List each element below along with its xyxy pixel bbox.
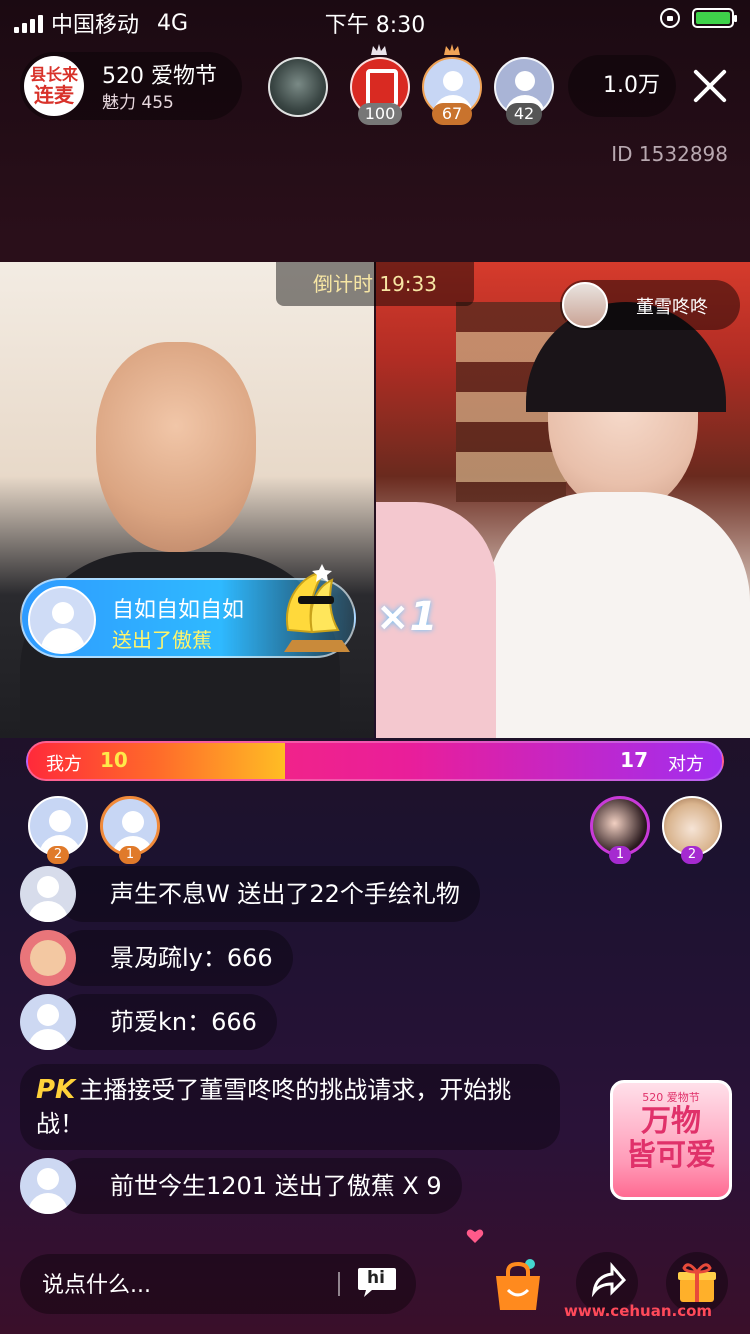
chat-text: 声生不息W 送出了22个手绘礼物 bbox=[110, 880, 460, 908]
heart-icon bbox=[466, 1229, 484, 1243]
host-face bbox=[96, 342, 256, 552]
host-video[interactable] bbox=[0, 262, 374, 738]
contributor-rank: 2 bbox=[681, 846, 703, 864]
chat-avatar[interactable] bbox=[20, 930, 76, 986]
system-message-text: 主播接受了董雪咚咚的挑战请求，开始挑战！ bbox=[36, 1076, 512, 1138]
chat-text: 景夃疏ly：666 bbox=[110, 944, 273, 972]
audience-count[interactable]: 1.0万 bbox=[568, 55, 676, 117]
shopping-bag-icon[interactable] bbox=[492, 1258, 544, 1312]
gift-sender-avatar bbox=[28, 586, 96, 654]
orientation-lock-icon bbox=[660, 8, 680, 28]
opponent-name: 董雪咚咚 bbox=[636, 297, 708, 318]
pk-score-bar: 我方 10 17 对方 bbox=[26, 741, 724, 781]
viewer-badge: 67 bbox=[432, 103, 472, 125]
promo-line1: 万物 bbox=[641, 1104, 701, 1139]
gift-multiplier: ×1 bbox=[376, 594, 438, 640]
chat-avatar[interactable] bbox=[20, 1158, 76, 1214]
gift-text: 送出了傲蕉 bbox=[112, 628, 212, 652]
contributor-rank: 2 bbox=[47, 846, 69, 864]
host-avatar[interactable]: 县长来 连麦 bbox=[24, 56, 84, 116]
pk-their-score: 17 bbox=[620, 748, 648, 772]
viewer-avatar[interactable] bbox=[268, 57, 328, 117]
hi-button[interactable]: hi bbox=[356, 1264, 398, 1300]
watermark: www.cehuan.com bbox=[564, 1302, 713, 1320]
input-divider bbox=[338, 1272, 340, 1296]
pk-tag: PK bbox=[36, 1075, 76, 1105]
pk-countdown: 倒计时 19:33 bbox=[276, 262, 474, 306]
crown-icon bbox=[444, 44, 460, 55]
promo-small-text: 520 爱物节 bbox=[642, 1091, 700, 1104]
status-bar: 中国移动 4G 下午 8:30 bbox=[0, 0, 750, 40]
opponent-avatar bbox=[562, 282, 608, 328]
pk-our-label: 我方 bbox=[46, 754, 82, 775]
host-charm: 魅力 455 bbox=[102, 93, 174, 113]
opponent-video[interactable] bbox=[376, 262, 750, 738]
close-button[interactable] bbox=[688, 64, 732, 108]
opponent-tag[interactable]: 董雪咚咚 bbox=[560, 280, 740, 330]
chat-text: 茆爱kn：666 bbox=[110, 1008, 257, 1036]
system-message: PK 主播接受了董雪咚咚的挑战请求，开始挑战！ bbox=[20, 1064, 560, 1150]
host-info[interactable]: 县长来 连麦 520 爱物节 魅力 455 bbox=[20, 52, 242, 120]
viewer-badge: 100 bbox=[358, 103, 402, 125]
status-time: 下午 8:30 bbox=[324, 13, 426, 38]
pk-their-label: 对方 bbox=[668, 754, 704, 775]
pk-our-score: 10 bbox=[100, 748, 128, 772]
contributor-rank: 1 bbox=[119, 846, 141, 864]
gift-sender-name: 自如自如自如 bbox=[112, 598, 245, 623]
room-id: ID 1532898 bbox=[611, 142, 728, 166]
comment-placeholder: 说点什么... bbox=[42, 1273, 151, 1298]
chat-text: 前世今生1201 送出了傲蕉 X 9 bbox=[110, 1172, 442, 1200]
host-name: 520 爱物节 bbox=[102, 64, 217, 89]
battery-icon bbox=[692, 8, 737, 28]
contributor-rank: 1 bbox=[609, 846, 631, 864]
viewer-badge: 42 bbox=[506, 103, 542, 125]
promo-line2: 皆可爱 bbox=[626, 1138, 716, 1173]
chat-avatar[interactable] bbox=[20, 866, 76, 922]
promo-banner[interactable]: 520 爱物节 万物 皆可爱 bbox=[610, 1080, 732, 1200]
banana-gift-icon bbox=[284, 564, 350, 652]
chat-avatar[interactable] bbox=[20, 994, 76, 1050]
pk-video-area bbox=[0, 262, 750, 738]
crown-icon bbox=[371, 44, 387, 55]
